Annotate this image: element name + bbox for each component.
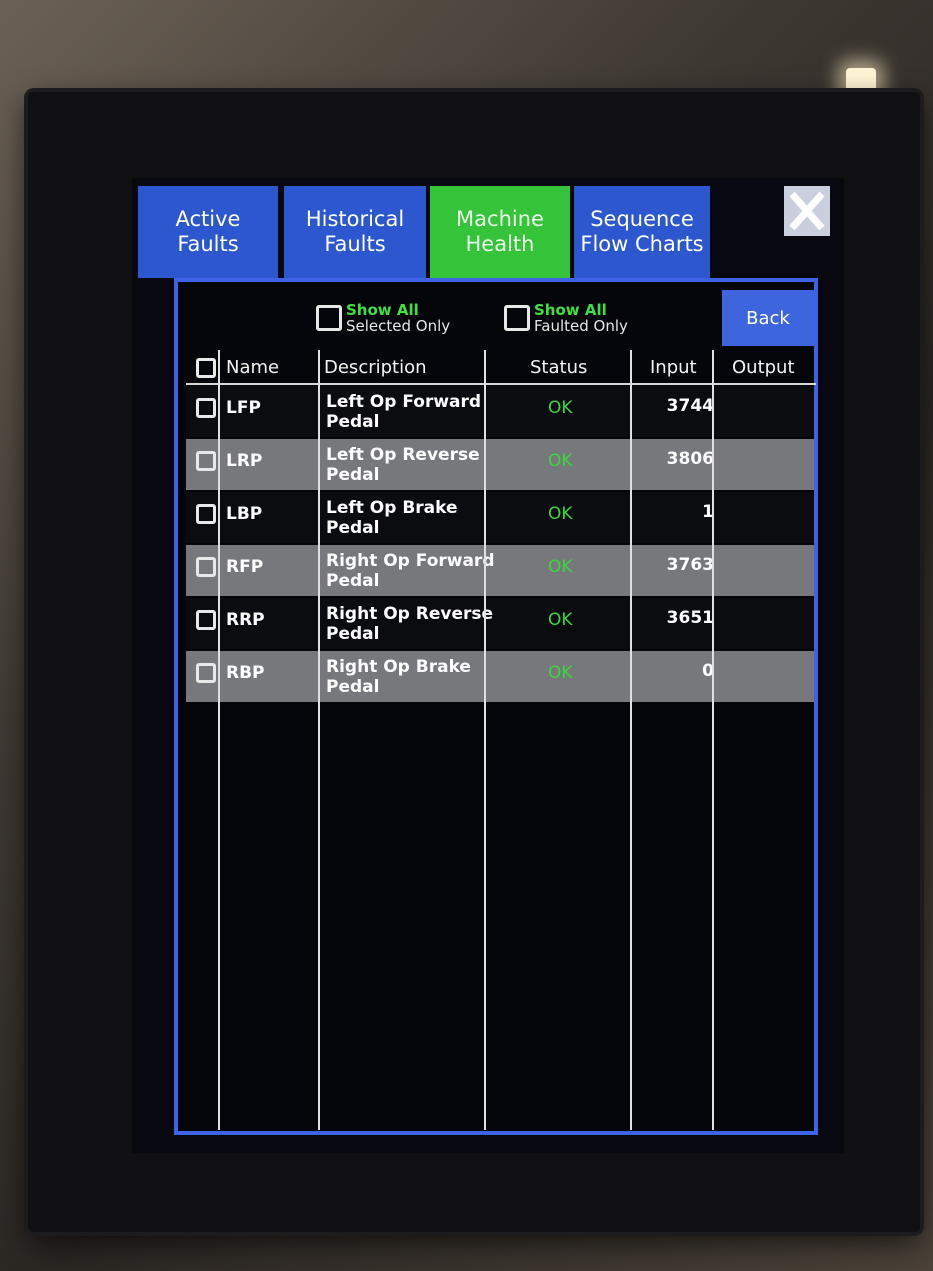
- row-name: RFP: [226, 557, 264, 577]
- filter-selected-only[interactable]: Show All Selected Only: [316, 302, 450, 334]
- filter-label-line1: Show All: [346, 301, 419, 319]
- row-description-line2: Pedal: [326, 412, 380, 432]
- tab-active-faults[interactable]: Active Faults: [138, 186, 278, 278]
- row-description-line2: Pedal: [326, 518, 380, 538]
- table-row[interactable]: LFP Left Op Forward Pedal OK 3744: [186, 386, 814, 437]
- row-description-line1: Left Op Brake: [326, 498, 458, 518]
- column-divider: [712, 350, 714, 1130]
- row-status: OK: [548, 610, 573, 630]
- filter-label: Show All Selected Only: [346, 302, 450, 334]
- row-checkbox[interactable]: [196, 398, 216, 418]
- row-checkbox[interactable]: [196, 610, 216, 630]
- column-header-status: Status: [530, 357, 588, 378]
- row-name: LRP: [226, 451, 263, 471]
- back-button[interactable]: Back: [722, 290, 814, 346]
- row-description-line2: Pedal: [326, 571, 380, 591]
- column-divider: [218, 350, 220, 1130]
- filter-label-line2: Selected Only: [346, 317, 451, 335]
- row-input: 3806: [666, 449, 714, 469]
- row-description-line1: Right Op Forward: [326, 551, 495, 571]
- close-button[interactable]: [784, 186, 830, 236]
- show-faulted-checkbox[interactable]: [504, 305, 530, 331]
- tab-label-line1: Active: [175, 207, 241, 231]
- column-header-name: Name: [226, 357, 280, 378]
- table-row[interactable]: RRP Right Op Reverse Pedal OK 3651: [186, 598, 814, 649]
- close-icon: [789, 191, 825, 231]
- tab-label-line2: Flow Charts: [580, 232, 704, 256]
- row-description-line2: Pedal: [326, 465, 380, 485]
- row-input: 3763: [666, 555, 714, 575]
- tab-label-line2: Faults: [324, 232, 386, 256]
- row-checkbox[interactable]: [196, 663, 216, 683]
- row-input: 3651: [666, 608, 714, 628]
- tab-machine-health[interactable]: Machine Health: [430, 186, 570, 278]
- filter-faulted-only[interactable]: Show All Faulted Only: [504, 302, 628, 334]
- column-divider: [318, 350, 320, 1130]
- filter-label-line1: Show All: [534, 301, 607, 319]
- filter-label: Show All Faulted Only: [534, 302, 628, 334]
- column-divider: [484, 350, 486, 1130]
- filter-label-line2: Faulted Only: [534, 317, 628, 335]
- row-description-line2: Pedal: [326, 624, 380, 644]
- tab-label-line1: Sequence: [590, 207, 694, 231]
- row-name: RRP: [226, 610, 265, 630]
- row-status: OK: [548, 504, 573, 524]
- column-header-input: Input: [650, 357, 697, 378]
- screen: Active Faults Historical Faults Machine Hea…: [132, 178, 844, 1153]
- row-description: Left Op Brake Pedal: [326, 498, 458, 538]
- row-description-line2: Pedal: [326, 677, 380, 697]
- row-checkbox[interactable]: [196, 451, 216, 471]
- show-selected-checkbox[interactable]: [316, 305, 342, 331]
- table-row[interactable]: RBP Right Op Brake Pedal OK 0: [186, 651, 814, 702]
- row-checkbox[interactable]: [196, 504, 216, 524]
- tab-sequence-flow-charts[interactable]: Sequence Flow Charts: [574, 186, 710, 278]
- row-description: Right Op Brake Pedal: [326, 657, 471, 697]
- table-row[interactable]: LBP Left Op Brake Pedal OK 1: [186, 492, 814, 543]
- row-description-line1: Right Op Brake: [326, 657, 471, 677]
- tab-historical-faults[interactable]: Historical Faults: [284, 186, 426, 278]
- row-description: Left Op Reverse Pedal: [326, 445, 480, 485]
- row-description-line1: Left Op Forward: [326, 392, 482, 412]
- column-header-output: Output: [732, 357, 795, 378]
- row-name: LFP: [226, 398, 261, 418]
- table-row[interactable]: LRP Left Op Reverse Pedal OK 3806: [186, 439, 814, 490]
- row-checkbox[interactable]: [196, 557, 216, 577]
- table-row[interactable]: RFP Right Op Forward Pedal OK 3763: [186, 545, 814, 596]
- row-name: RBP: [226, 663, 265, 683]
- column-divider: [630, 350, 632, 1130]
- row-description-line1: Left Op Reverse: [326, 445, 480, 465]
- tab-label-line1: Machine: [456, 207, 544, 231]
- row-description: Right Op Reverse Pedal: [326, 604, 493, 644]
- machine-health-panel: Show All Selected Only Show All Faulted …: [174, 278, 818, 1135]
- row-status: OK: [548, 451, 573, 471]
- tab-label-line2: Faults: [177, 232, 239, 256]
- row-input: 0: [702, 661, 714, 681]
- row-input: 3744: [666, 396, 714, 416]
- tab-label-line1: Historical: [305, 207, 405, 231]
- tab-label-line2: Health: [465, 232, 535, 256]
- select-all-checkbox[interactable]: [196, 358, 216, 378]
- header-divider: [186, 383, 816, 385]
- column-header-description: Description: [324, 357, 427, 378]
- row-status: OK: [548, 398, 573, 418]
- row-name: LBP: [226, 504, 263, 524]
- row-description: Left Op Forward Pedal: [326, 392, 481, 432]
- row-status: OK: [548, 557, 573, 577]
- row-description-line1: Right Op Reverse: [326, 604, 494, 624]
- row-description: Right Op Forward Pedal: [326, 551, 495, 591]
- row-status: OK: [548, 663, 573, 683]
- row-input: 1: [702, 502, 714, 522]
